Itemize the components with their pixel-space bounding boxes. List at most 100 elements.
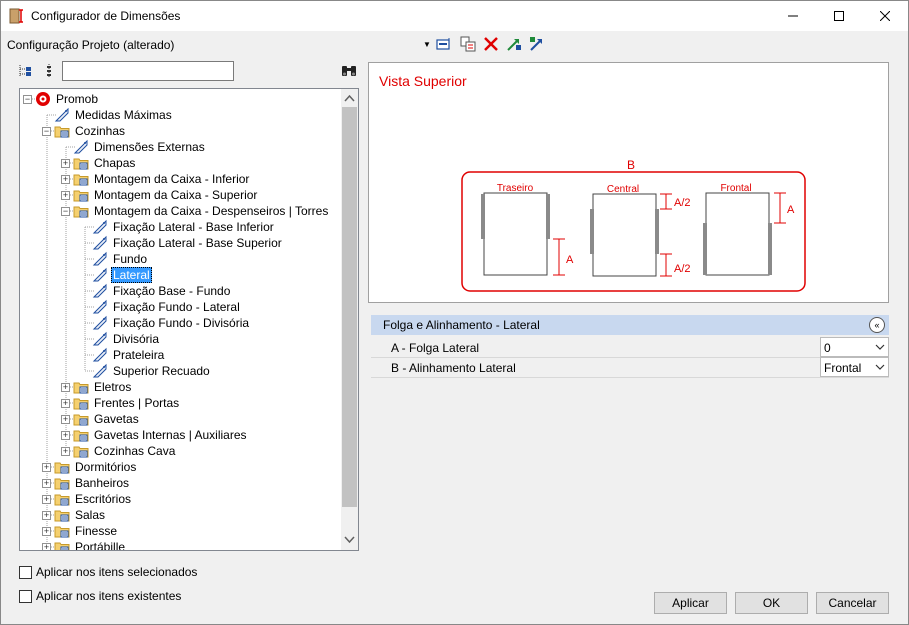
tree-item[interactable]: Fundo [80,251,149,267]
binoculars-search-icon[interactable] [340,62,358,80]
tree-item[interactable]: Fixação Lateral - Base Superior [80,235,284,251]
frontal-dim-a-label: A [787,204,795,216]
tree-item[interactable]: Fixação Fundo - Lateral [80,299,242,315]
expand-node-icon[interactable]: + [61,190,70,200]
alinhamento-lateral-select[interactable]: Frontal [820,357,889,377]
expand-node-icon[interactable]: + [42,542,51,550]
tag-icon [92,299,107,314]
expand-node-icon[interactable]: + [42,510,51,520]
minimize-button[interactable] [770,1,816,31]
configuration-dropdown-arrow-icon[interactable]: ▼ [423,40,431,49]
close-button[interactable] [862,1,908,31]
tree-scroll-thumb[interactable] [342,107,357,507]
property-group-title: Folga e Alinhamento - Lateral [383,318,540,332]
collapse-tree-icon[interactable] [40,62,58,80]
apply-existing-option[interactable]: Aplicar nos itens existentes [19,589,181,603]
tree-item[interactable]: Prateleira [80,347,166,363]
tree-item-label: Fixação Base - Fundo [113,284,231,298]
cancel-button[interactable]: Cancelar [816,592,889,614]
scroll-down-icon[interactable] [344,536,355,544]
promob-logo-icon [36,92,50,106]
preview-panel: Vista Superior B Traseiro A Central A/2 [368,62,889,303]
tree-item[interactable]: Fixação Lateral - Base Inferior [80,219,276,235]
tag-icon [92,267,107,282]
collapse-node-icon[interactable]: − [61,206,70,216]
property-group-header[interactable]: Folga e Alinhamento - Lateral « [371,315,889,335]
expand-node-icon[interactable]: + [61,414,70,424]
collapse-node-icon[interactable]: − [42,126,51,136]
tree-item[interactable]: Dimensões Externas [61,139,207,155]
expand-node-icon[interactable]: + [61,382,70,392]
edit-icon[interactable] [435,35,453,53]
apply-selected-checkbox[interactable] [19,565,32,579]
expand-node-icon[interactable]: + [61,446,70,456]
folder-icon [54,526,70,538]
chevron-down-icon[interactable] [874,361,886,373]
expand-node-icon[interactable]: + [61,158,70,168]
chevron-down-icon[interactable] [874,341,886,353]
folder-icon [54,462,70,474]
tree-item[interactable]: Fixação Fundo - Divisória [80,315,251,331]
folder-icon [73,158,89,170]
maximize-button[interactable] [816,1,862,31]
copy-icon[interactable] [459,35,477,53]
export-icon[interactable] [528,35,546,53]
property-row-folga-lateral[interactable]: A - Folga Lateral 0 [371,337,889,358]
expand-node-icon[interactable]: + [61,174,70,184]
top-view-diagram: B Traseiro A Central A/2 A/2 Frontal A [461,158,806,292]
tree-item[interactable]: Divisória [80,331,161,347]
tree-item[interactable]: + Banheiros [42,475,131,491]
view-label-traseiro: Traseiro [497,183,534,194]
expand-node-icon[interactable]: + [42,526,51,536]
property-row-alinhamento-lateral[interactable]: B - Alinhamento Lateral Frontal [371,357,889,378]
expand-node-icon[interactable]: + [42,494,51,504]
configuration-dropdown-label[interactable]: Configuração Projeto (alterado) [7,38,174,52]
tree-item[interactable]: + Gavetas [61,411,141,427]
tree-view[interactable]: − Promob Medidas Máximas − Cozinhas Dimensões… [19,88,359,551]
ok-button[interactable]: OK [735,592,808,614]
tree-item[interactable]: − Promob [23,91,100,107]
collapse-group-icon[interactable]: « [869,317,885,333]
tree-search-input[interactable] [62,61,234,81]
tree-item[interactable]: Medidas Máximas [42,107,174,123]
tree-item[interactable]: + Frentes | Portas [61,395,181,411]
tree-item[interactable]: + Chapas [61,155,137,171]
tree-item[interactable]: Lateral [80,267,152,283]
folder-icon [73,206,89,218]
tree-item[interactable]: + Salas [42,507,107,523]
tree-item[interactable]: + Montagem da Caixa - Inferior [61,171,251,187]
import-icon[interactable] [505,35,523,53]
expand-tree-icon[interactable] [16,62,34,80]
tree-item[interactable]: + Escritórios [42,491,133,507]
tree-item[interactable]: + Dormitórios [42,459,138,475]
tree-item[interactable]: + Portábille [42,539,127,550]
tree-item[interactable]: + Gavetas Internas | Auxiliares [61,427,249,443]
expand-node-icon[interactable]: + [42,462,51,472]
tree-vertical-scrollbar[interactable] [341,89,358,550]
tree-item-label: Gavetas [94,412,139,426]
tree-item[interactable]: − Cozinhas [42,123,127,139]
folga-lateral-select[interactable]: 0 [820,337,889,357]
title-bar: Configurador de Dimensões [1,1,908,31]
tree-item[interactable]: Fixação Base - Fundo [80,283,232,299]
expand-node-icon[interactable]: + [42,478,51,488]
tree-item[interactable]: − Montagem da Caixa - Despenseiros | Torr… [61,203,330,219]
scroll-up-icon[interactable] [344,94,355,102]
apply-button[interactable]: Aplicar [654,592,727,614]
tree-item[interactable]: + Eletros [61,379,133,395]
tree-item[interactable]: Superior Recuado [80,363,212,379]
expand-node-icon[interactable]: + [61,398,70,408]
expand-node-icon[interactable]: + [61,430,70,440]
delete-icon[interactable] [482,35,500,53]
apply-existing-checkbox[interactable] [19,589,32,603]
collapse-node-icon[interactable]: − [23,94,32,104]
tree-item[interactable]: + Cozinhas Cava [61,443,177,459]
tree-item[interactable]: + Montagem da Caixa - Superior [61,187,259,203]
central-cabinet-box [592,193,657,277]
tree-item[interactable]: + Finesse [42,523,119,539]
property-value: Frontal [824,361,862,375]
property-value: 0 [824,341,831,355]
apply-selected-option[interactable]: Aplicar nos itens selecionados [19,565,197,579]
